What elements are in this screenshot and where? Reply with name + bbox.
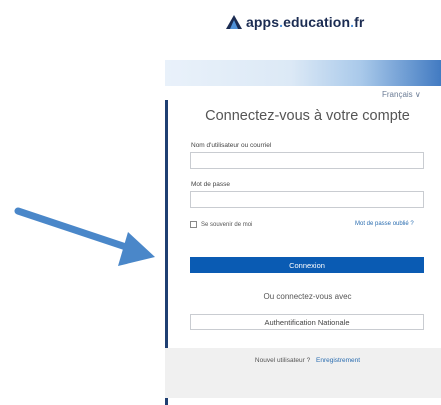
- remember-me-checkbox[interactable]: [190, 221, 197, 228]
- username-input[interactable]: [190, 152, 424, 169]
- password-label: Mot de passe: [191, 181, 231, 188]
- login-button[interactable]: Connexion: [190, 257, 424, 273]
- register-link[interactable]: Enregistrement: [316, 357, 360, 364]
- username-label: Nom d'utilisateur ou courriel: [191, 142, 272, 149]
- logo-triangle-icon: [226, 15, 242, 29]
- logo-text: apps.education.fr: [246, 14, 365, 30]
- remember-me[interactable]: Se souvenir de moi: [190, 221, 252, 228]
- page-title: Connectez-vous à votre compte: [205, 108, 410, 124]
- footer-text: Nouvel utilisateur ? Enregistrement: [165, 357, 441, 364]
- new-user-text: Nouvel utilisateur ?: [254, 357, 311, 364]
- login-card: Français ∨ Connectez-vous à votre compte…: [165, 60, 441, 405]
- forgot-password-link[interactable]: Mot de passe oublié ?: [355, 221, 414, 227]
- arrow-head: [118, 232, 155, 266]
- header-banner: [165, 60, 441, 86]
- logo: apps.education.fr: [226, 12, 364, 32]
- language-selector[interactable]: Français ∨: [382, 90, 421, 99]
- footer-bar: [165, 348, 441, 398]
- remember-me-label: Se souvenir de moi: [201, 221, 253, 228]
- password-input[interactable]: [190, 191, 424, 208]
- national-auth-button[interactable]: Authentification Nationale: [190, 314, 424, 330]
- alt-login-text: Ou connectez-vous avec: [263, 292, 352, 301]
- arrow-shaft: [14, 207, 139, 254]
